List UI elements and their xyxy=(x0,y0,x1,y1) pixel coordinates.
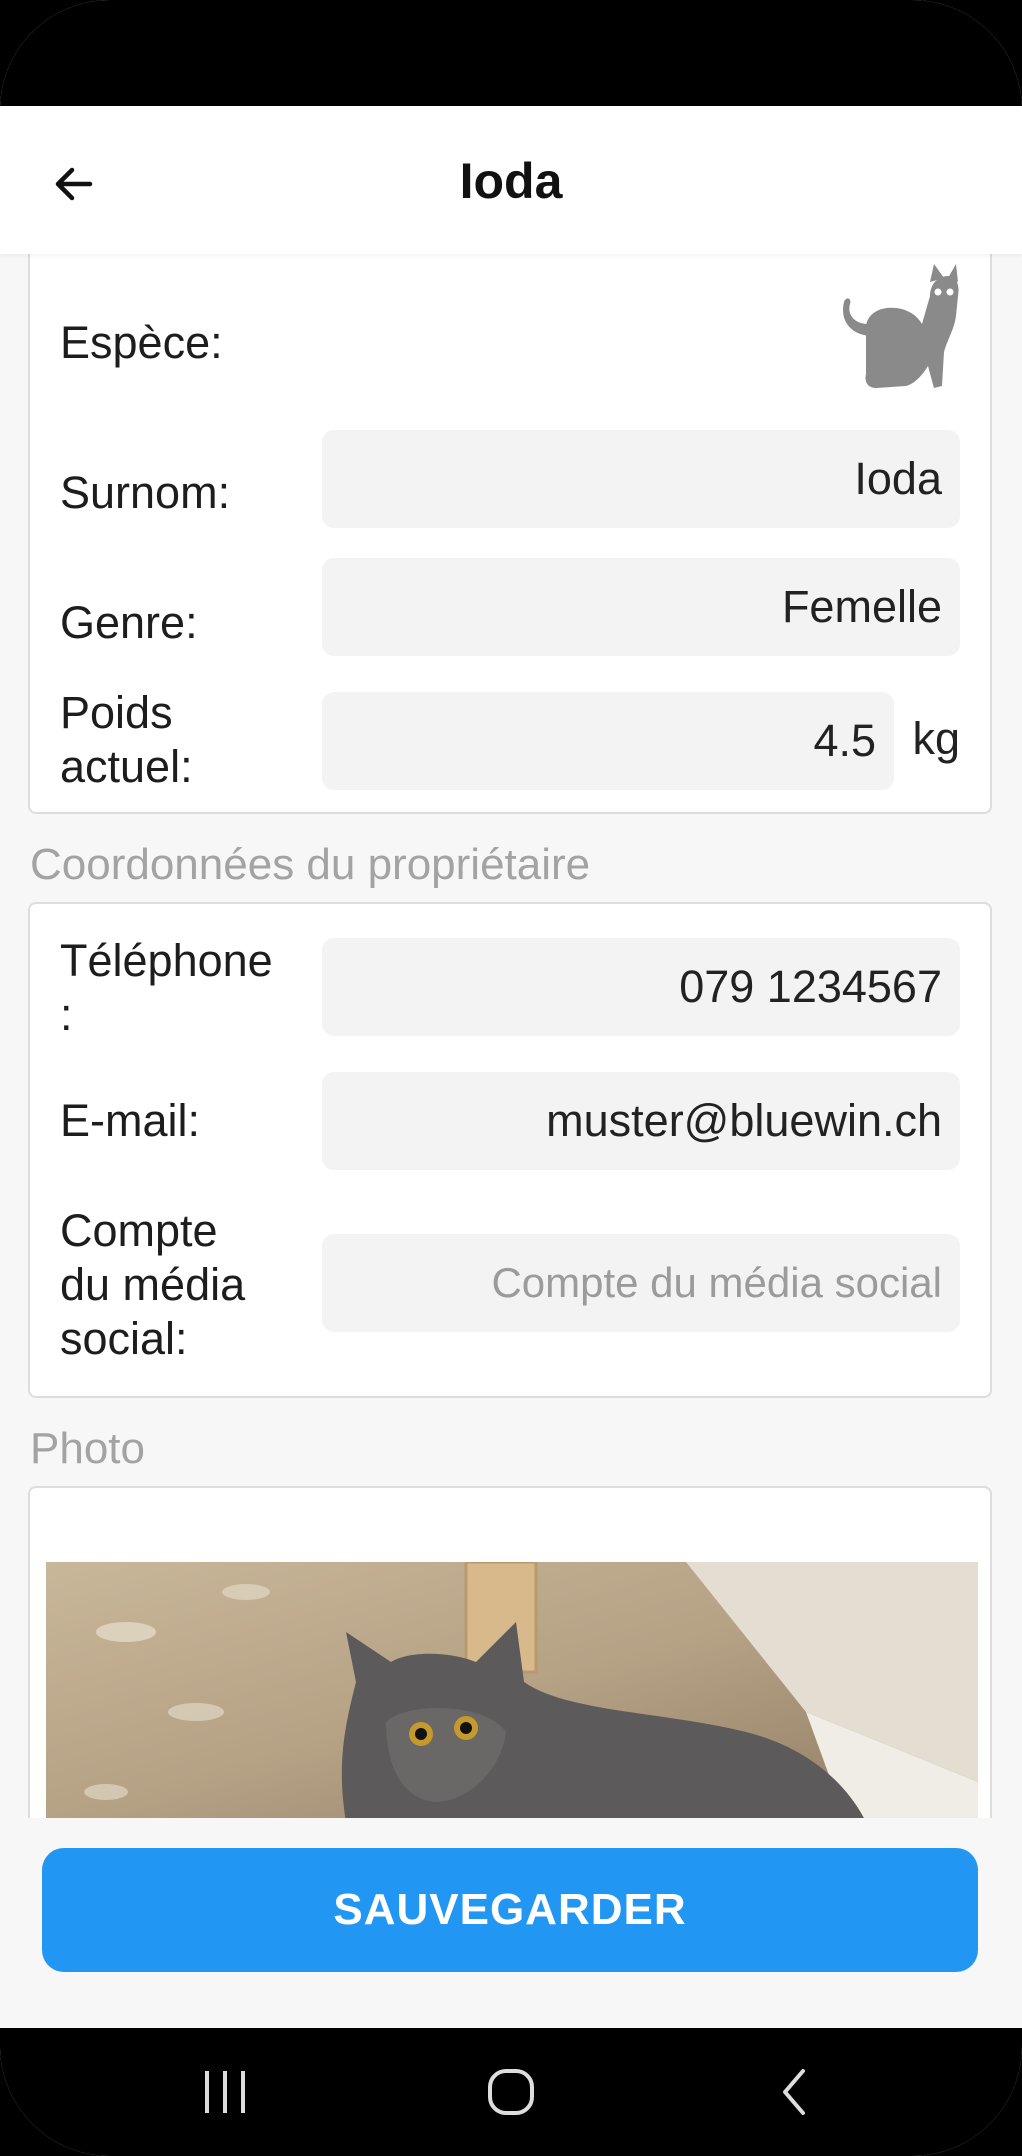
phone-input[interactable]: 079 1234567 xyxy=(322,938,960,1036)
phone-label-line-2: : xyxy=(60,989,73,1040)
save-button[interactable]: SAUVEGARDER xyxy=(42,1848,978,1972)
nickname-label: Surnom: xyxy=(60,467,231,518)
system-nav-bar xyxy=(0,2028,1022,2156)
home-icon[interactable] xyxy=(476,2028,546,2156)
screen: Ioda Espèce: Surnom: Ioda Genre: Femelle xyxy=(0,0,1022,2156)
social-label-line-3: social: xyxy=(60,1313,188,1364)
gender-select[interactable]: Femelle xyxy=(322,558,960,656)
social-label-line-2: du média xyxy=(60,1259,246,1310)
form-content[interactable]: Espèce: Surnom: Ioda Genre: Femelle Poid… xyxy=(0,254,1022,1818)
animal-card: Espèce: Surnom: Ioda Genre: Femelle Poid… xyxy=(28,254,992,814)
weight-input[interactable]: 4.5 xyxy=(322,692,894,790)
email-input[interactable]: muster@bluewin.ch xyxy=(322,1072,960,1170)
social-label: Compte du média social: xyxy=(60,1204,245,1366)
status-bar xyxy=(0,0,1022,106)
social-input[interactable]: Compte du média social xyxy=(322,1234,960,1332)
weight-label: Poids actuel: xyxy=(60,686,193,794)
photo-section-title: Photo xyxy=(30,1424,145,1473)
page-title: Ioda xyxy=(459,153,563,209)
weight-unit: kg xyxy=(912,713,960,764)
bottom-action-area: SAUVEGARDER xyxy=(0,1818,1022,2028)
nickname-input[interactable]: Ioda xyxy=(322,430,960,528)
recents-icon[interactable] xyxy=(190,2028,260,2156)
photo-card xyxy=(28,1486,992,1818)
cat-photo[interactable] xyxy=(46,1562,978,1818)
weight-label-line-1: Poids xyxy=(60,687,173,738)
app-bar: Ioda xyxy=(0,106,1022,254)
phone-label-line-1: Téléphone xyxy=(60,935,273,986)
owner-card: Téléphone : 079 1234567 E-mail: muster@b… xyxy=(28,902,992,1398)
weight-label-line-2: actuel: xyxy=(60,741,193,792)
cat-icon[interactable] xyxy=(830,256,960,396)
gender-label: Genre: xyxy=(60,597,198,648)
species-label: Espèce: xyxy=(60,317,223,368)
back-chevron-icon[interactable] xyxy=(760,2028,830,2156)
social-label-line-1: Compte xyxy=(60,1205,218,1256)
email-label: E-mail: xyxy=(60,1095,201,1146)
phone-label: Téléphone : xyxy=(60,934,273,1042)
owner-section-title: Coordonnées du propriétaire xyxy=(30,840,591,889)
